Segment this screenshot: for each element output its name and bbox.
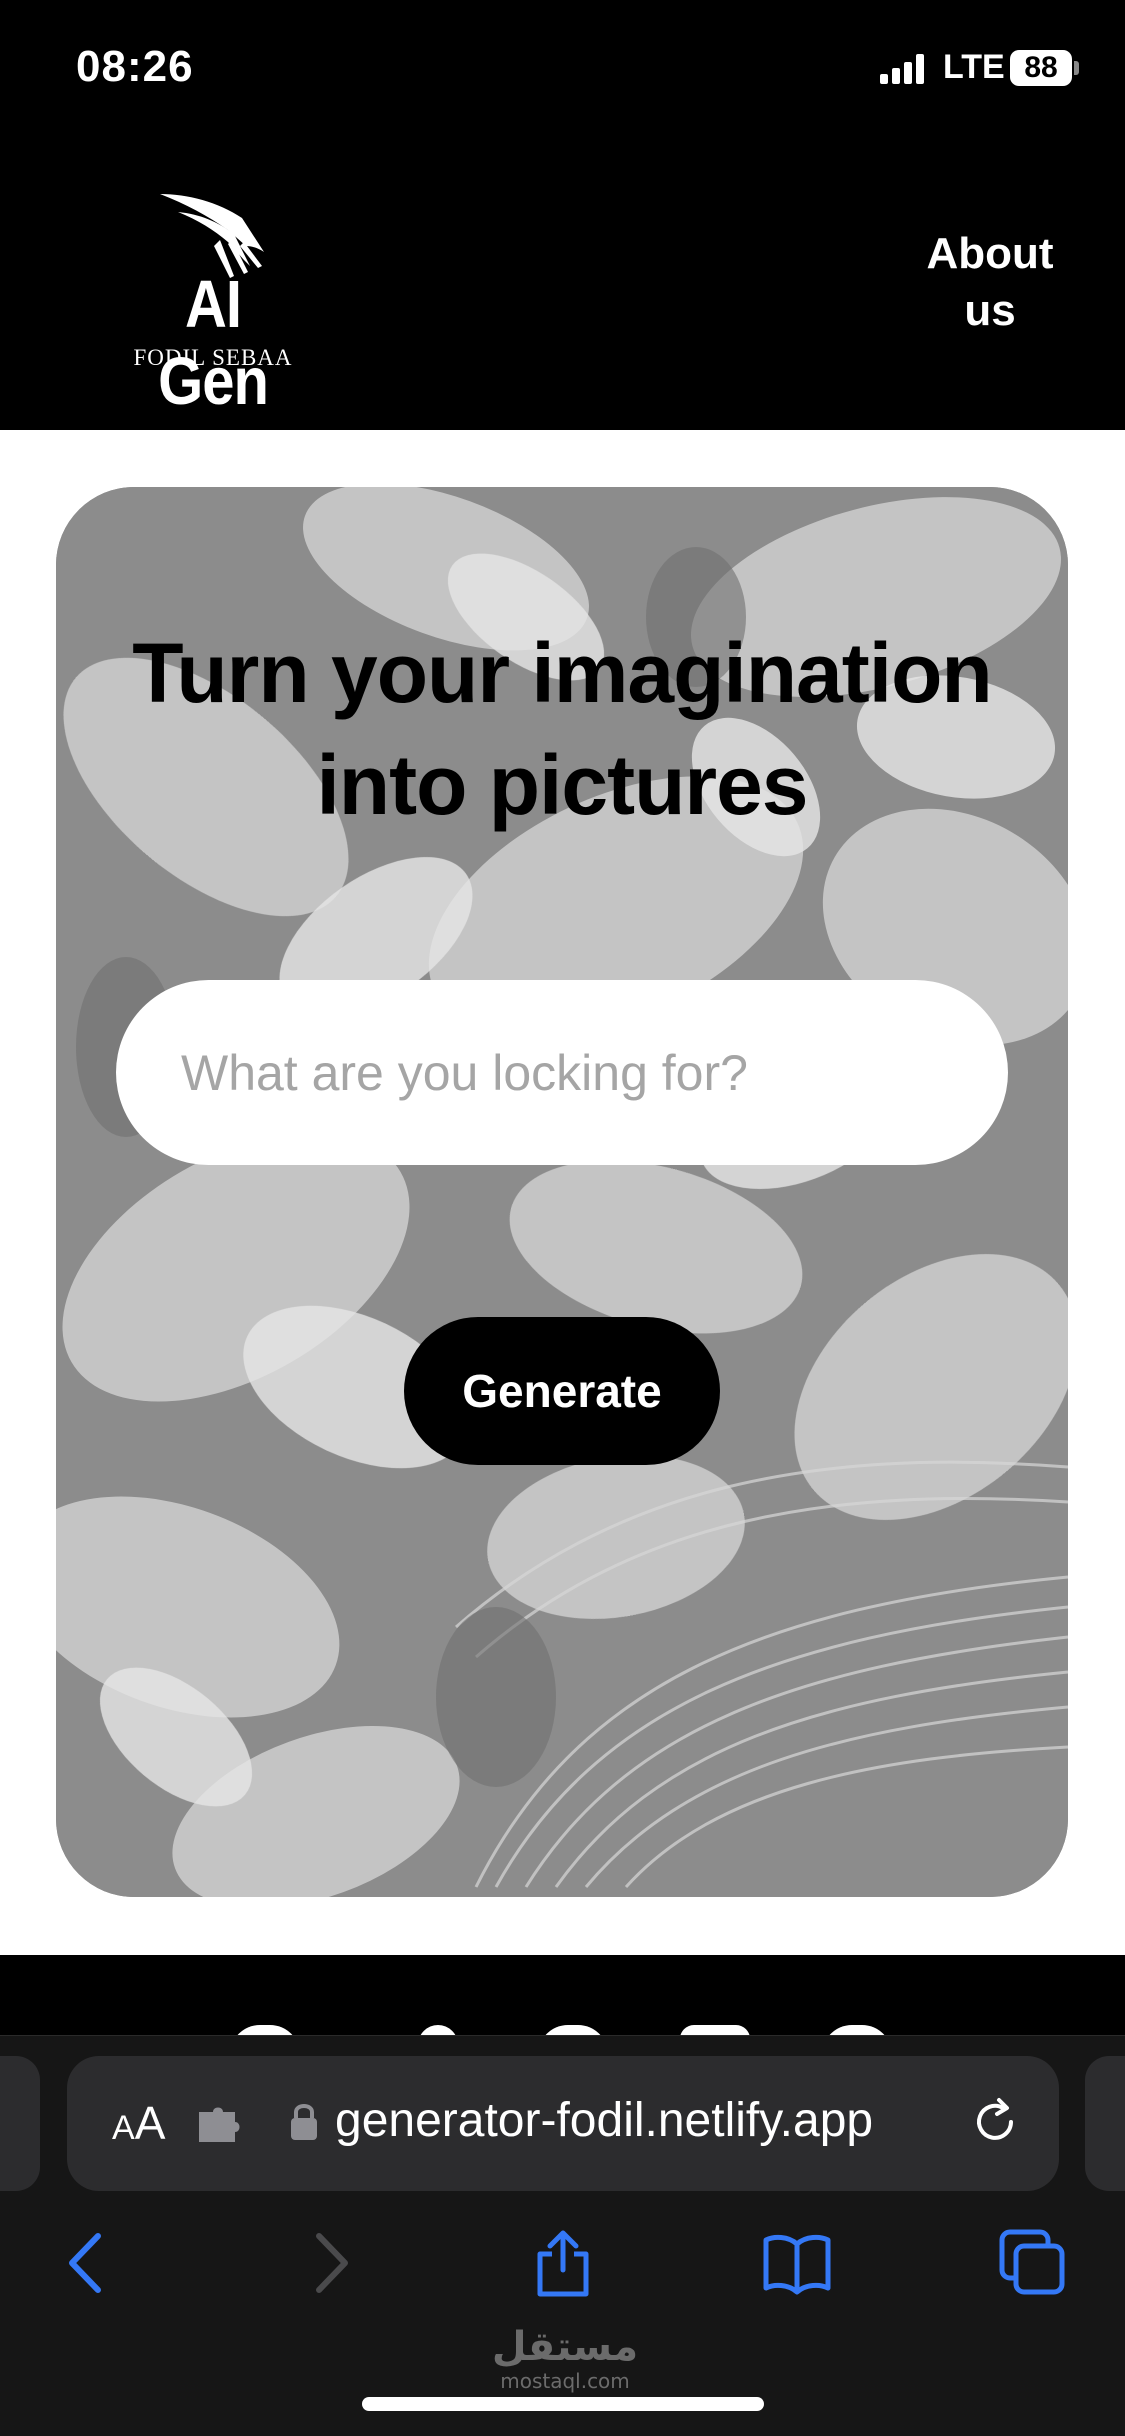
footer-social-icon[interactable] — [680, 2025, 750, 2035]
footer-social-icon[interactable] — [418, 2025, 458, 2035]
search-input[interactable] — [116, 980, 1008, 1165]
cellular-signal-icon — [880, 54, 926, 84]
site-footer — [0, 1955, 1125, 2035]
hero-card: Turn your imagination into pictures Gene… — [56, 487, 1068, 1897]
forward-chevron-icon[interactable] — [295, 2228, 365, 2298]
search-box — [116, 980, 1008, 1165]
generate-button[interactable]: Generate — [404, 1317, 720, 1465]
share-icon[interactable] — [528, 2228, 598, 2298]
text-size-button[interactable]: AA — [112, 2096, 165, 2150]
back-chevron-icon[interactable] — [52, 2228, 122, 2298]
reload-icon[interactable] — [967, 2094, 1023, 2150]
watermark-latin: mostaql.com — [500, 2369, 630, 2393]
status-time: 08:26 — [76, 42, 194, 91]
status-bar: 08:26 LTE 88 — [0, 0, 1125, 140]
logo-subtitle: FODIL SEBAA — [133, 345, 293, 370]
battery-icon: 88 — [1010, 50, 1072, 86]
previous-tab-preview[interactable] — [0, 2056, 40, 2191]
network-type: LTE — [943, 48, 1005, 86]
url-text[interactable]: generator-fodil.netlify.app — [335, 2093, 873, 2148]
lock-icon — [291, 2104, 317, 2140]
hero-title: Turn your imagination into pictures — [132, 626, 992, 832]
footer-social-icon[interactable] — [822, 2025, 892, 2035]
home-indicator[interactable] — [362, 2397, 764, 2411]
address-bar[interactable]: AA generator-fodil.netlify.app — [67, 2056, 1059, 2191]
footer-social-icon[interactable] — [230, 2025, 300, 2035]
next-tab-preview[interactable] — [1085, 2056, 1125, 2191]
logo-title[interactable]: AI Gen — [128, 266, 298, 420]
mostaql-watermark: مستقل mostaql.com — [460, 2325, 670, 2393]
watermark-arabic: مستقل — [491, 2324, 639, 2370]
about-us-link[interactable]: About us — [900, 225, 1080, 339]
puzzle-extension-icon[interactable] — [195, 2104, 243, 2144]
bookmarks-icon[interactable] — [762, 2228, 832, 2298]
battery-tip — [1074, 61, 1079, 75]
tabs-icon[interactable] — [998, 2228, 1068, 2298]
footer-social-icon[interactable] — [538, 2025, 608, 2035]
